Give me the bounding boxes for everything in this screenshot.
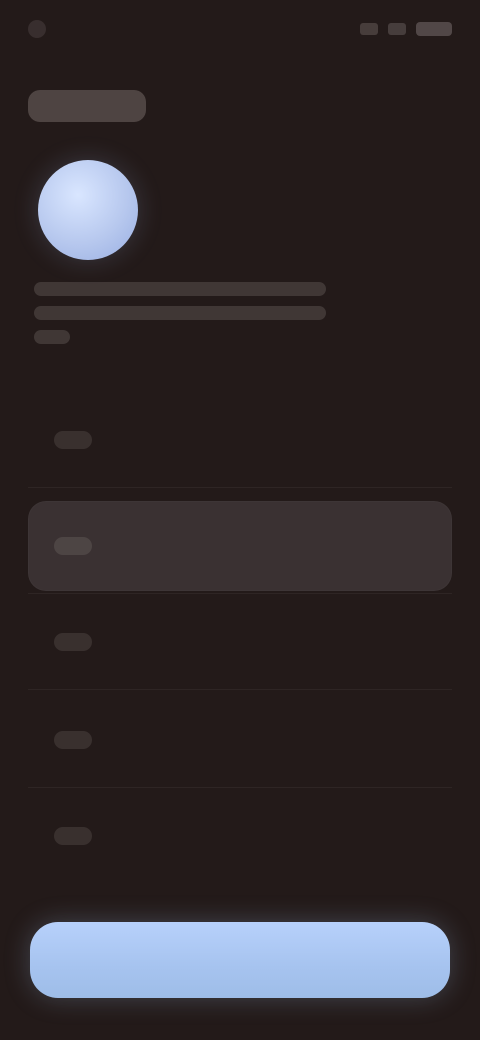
list-divider xyxy=(28,689,452,690)
primary-action-button[interactable] xyxy=(30,922,450,998)
profile-description xyxy=(34,282,334,354)
description-line-1 xyxy=(34,282,326,296)
list-item-icon xyxy=(54,431,92,449)
list-item-2[interactable] xyxy=(28,501,452,591)
list-item-1[interactable] xyxy=(28,395,452,485)
description-line-3 xyxy=(34,330,70,344)
list-item-icon xyxy=(54,633,92,651)
wifi-icon xyxy=(388,23,406,35)
list-divider xyxy=(28,787,452,788)
list-divider xyxy=(28,487,452,488)
list-item-5[interactable] xyxy=(28,791,452,881)
status-right xyxy=(332,18,452,40)
status-dot-icon xyxy=(28,20,46,38)
options-list xyxy=(28,395,452,885)
status-bar xyxy=(0,0,480,60)
battery-icon xyxy=(416,22,452,36)
description-line-2 xyxy=(34,306,326,320)
list-item-4[interactable] xyxy=(28,695,452,785)
avatar-icon[interactable] xyxy=(38,160,138,260)
header-title xyxy=(28,90,146,122)
list-item-icon xyxy=(54,827,92,845)
status-left xyxy=(28,18,148,40)
signal-icon xyxy=(360,23,378,35)
list-item-3[interactable] xyxy=(28,597,452,687)
list-divider xyxy=(28,593,452,594)
list-item-icon xyxy=(54,731,92,749)
list-item-icon xyxy=(54,537,92,555)
